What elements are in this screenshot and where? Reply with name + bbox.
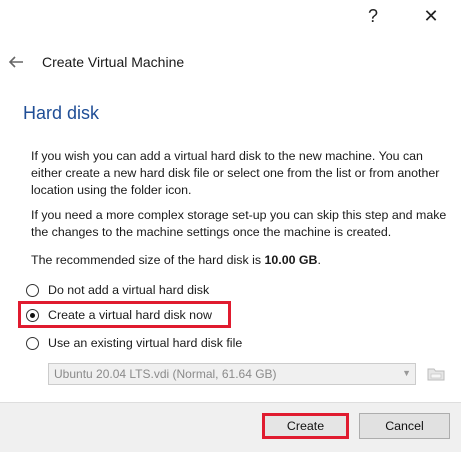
existing-disk-value: Ubuntu 20.04 LTS.vdi (Normal, 61.64 GB): [54, 367, 277, 381]
radio-button-selected[interactable]: [26, 308, 39, 322]
close-icon[interactable]: ✕: [408, 0, 454, 32]
chevron-down-icon: ▼: [402, 368, 411, 378]
radio-option-no-disk[interactable]: Do not add a virtual hard disk: [26, 280, 209, 300]
recommended-size-prefix: The recommended size of the hard disk is: [31, 253, 265, 267]
radio-label: Do not add a virtual hard disk: [48, 283, 210, 297]
folder-icon[interactable]: [426, 364, 446, 384]
title-bar: ? ✕: [0, 0, 461, 34]
cancel-button[interactable]: Cancel: [359, 413, 450, 439]
description-paragraph-2: If you need a more complex storage set-u…: [31, 208, 447, 239]
wizard-title: Create Virtual Machine: [42, 54, 185, 70]
radio-option-create-disk[interactable]: Create a virtual hard disk now: [26, 305, 212, 325]
back-arrow-icon[interactable]: [6, 52, 26, 72]
section-title: Hard disk: [23, 103, 100, 123]
recommended-size-value: 10.00 GB: [264, 253, 318, 267]
radio-label: Create a virtual hard disk now: [48, 308, 212, 322]
description-paragraph-1: If you wish you can add a virtual hard d…: [31, 149, 440, 197]
radio-label: Use an existing virtual hard disk file: [48, 336, 243, 350]
recommended-size-text: The recommended size of the hard disk is…: [31, 252, 451, 269]
existing-disk-select[interactable]: Ubuntu 20.04 LTS.vdi (Normal, 61.64 GB) …: [48, 363, 416, 385]
help-icon[interactable]: ?: [350, 0, 396, 32]
recommended-size-suffix: .: [317, 253, 321, 267]
radio-option-existing-disk[interactable]: Use an existing virtual hard disk file: [26, 333, 242, 353]
radio-button[interactable]: [26, 336, 39, 350]
wizard-header: Create Virtual Machine: [0, 50, 461, 76]
radio-button[interactable]: [26, 283, 39, 297]
create-button[interactable]: Create: [262, 413, 349, 439]
